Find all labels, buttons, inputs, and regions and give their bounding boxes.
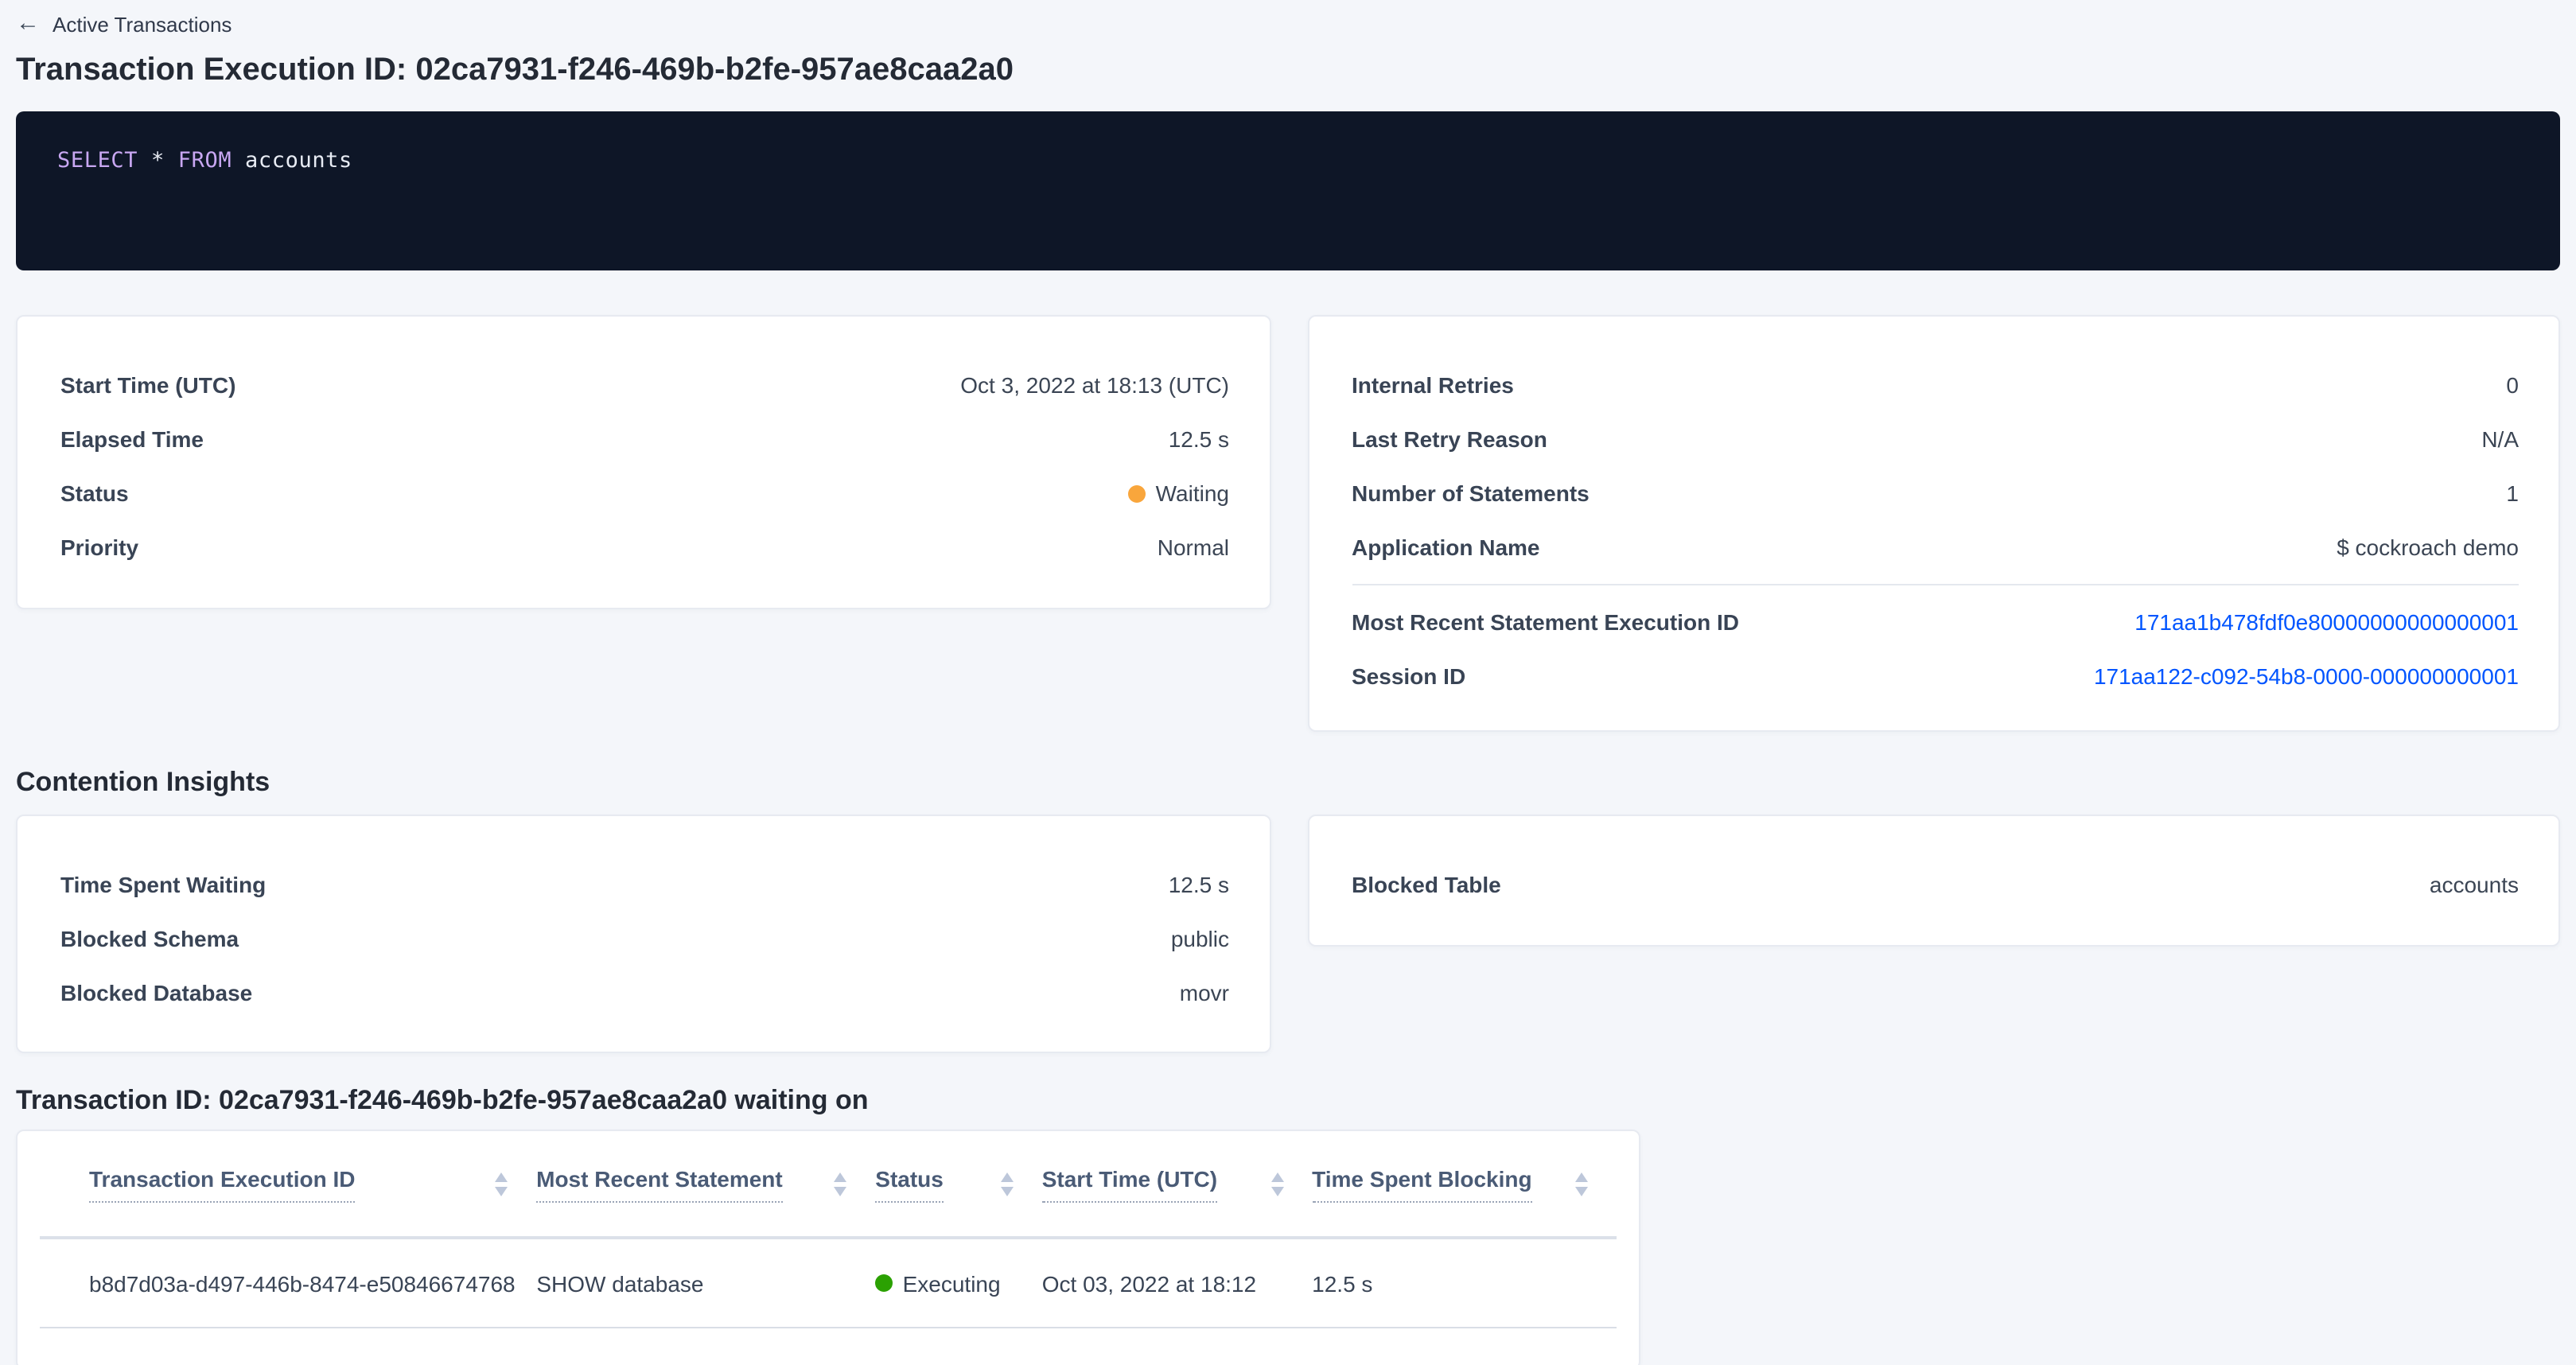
- back-link-active-transactions[interactable]: ← Active Transactions: [16, 10, 2560, 38]
- row-value: public: [1171, 926, 1229, 951]
- row-label: Elapsed Time: [60, 426, 204, 452]
- row-last-retry-reason: Last Retry Reason N/A: [1352, 412, 2519, 466]
- sort-icon[interactable]: [495, 1172, 508, 1196]
- row-label: Priority: [60, 535, 138, 560]
- sql-keyword-select: SELECT: [57, 148, 138, 173]
- back-link-label[interactable]: Active Transactions: [53, 12, 232, 36]
- cell-status: Executing: [876, 1270, 1042, 1296]
- row-value: 12.5 s: [1169, 426, 1229, 452]
- row-label: Status: [60, 480, 129, 506]
- row-most-recent-statement-execution-id: Most Recent Statement Execution ID 171aa…: [1352, 595, 2519, 649]
- status-value: Waiting: [1129, 480, 1229, 506]
- contention-insights-heading: Contention Insights: [16, 767, 2560, 799]
- sql-star: *: [138, 148, 178, 173]
- status-text: Waiting: [1156, 480, 1229, 506]
- column-header-start-time[interactable]: Start Time (UTC): [1042, 1165, 1312, 1202]
- row-label: Number of Statements: [1352, 480, 1590, 506]
- cell-most-recent-statement: SHOW database: [536, 1270, 875, 1296]
- sort-icon[interactable]: [1001, 1172, 1014, 1196]
- row-start-time: Start Time (UTC) Oct 3, 2022 at 18:13 (U…: [60, 358, 1229, 412]
- cell-transaction-execution-id: b8d7d03a-d497-446b-8474-e50846674768: [89, 1270, 536, 1296]
- row-application-name: Application Name $ cockroach demo: [1352, 520, 2519, 574]
- waiting-status-dot-icon: [1129, 484, 1146, 502]
- row-session-id: Session ID 171aa122-c092-54b8-0000-00000…: [1352, 649, 2519, 703]
- cell-time-spent-blocking: 12.5 s: [1312, 1270, 1617, 1296]
- row-label: Application Name: [1352, 535, 1540, 560]
- column-header-transaction-execution-id[interactable]: Transaction Execution ID: [89, 1165, 536, 1202]
- row-value: Oct 3, 2022 at 18:13 (UTC): [960, 372, 1229, 398]
- row-label: Internal Retries: [1352, 372, 1514, 398]
- sort-icon[interactable]: [1270, 1172, 1283, 1196]
- column-header-status[interactable]: Status: [875, 1165, 1041, 1202]
- row-internal-retries: Internal Retries 0: [1352, 358, 2519, 412]
- row-value: N/A: [2481, 426, 2519, 452]
- overview-card-left: Start Time (UTC) Oct 3, 2022 at 18:13 (U…: [16, 315, 1270, 609]
- sql-identifier: accounts: [232, 148, 352, 173]
- row-number-of-statements: Number of Statements 1: [1352, 466, 2519, 520]
- row-status: Status Waiting: [60, 466, 1229, 520]
- row-label: Blocked Database: [60, 980, 252, 1005]
- row-label: Session ID: [1352, 663, 1465, 689]
- page-title: Transaction Execution ID: 02ca7931-f246-…: [16, 51, 2560, 89]
- contention-card-left: Time Spent Waiting 12.5 s Blocked Schema…: [16, 815, 1270, 1053]
- session-id-link[interactable]: 171aa122-c092-54b8-0000-000000000001: [2094, 663, 2519, 689]
- status-text: Executing: [903, 1270, 1001, 1296]
- overview-card-right: Internal Retries 0 Last Retry Reason N/A…: [1307, 315, 2560, 732]
- overview-cards-row: Start Time (UTC) Oct 3, 2022 at 18:13 (U…: [16, 315, 2560, 732]
- row-elapsed-time: Elapsed Time 12.5 s: [60, 412, 1229, 466]
- row-label: Blocked Schema: [60, 926, 239, 951]
- row-value: $ cockroach demo: [2337, 535, 2519, 560]
- sort-icon[interactable]: [1575, 1172, 1588, 1196]
- row-label: Most Recent Statement Execution ID: [1352, 609, 1739, 635]
- sql-statement-box: SELECT * FROM accounts: [16, 111, 2560, 270]
- column-label[interactable]: Transaction Execution ID: [89, 1165, 356, 1202]
- statement-execution-id-link[interactable]: 171aa1b478fdf0e80000000000000001: [2134, 609, 2519, 635]
- row-value: movr: [1180, 980, 1229, 1005]
- row-blocked-table: Blocked Table accounts: [1352, 858, 2519, 912]
- transaction-details-page: ← Active Transactions Transaction Execut…: [0, 0, 2576, 1365]
- card-divider: [1352, 584, 2519, 585]
- row-time-spent-waiting: Time Spent Waiting 12.5 s: [60, 858, 1229, 912]
- column-label[interactable]: Time Spent Blocking: [1312, 1165, 1531, 1202]
- row-value: 0: [2506, 372, 2519, 398]
- column-header-time-spent-blocking[interactable]: Time Spent Blocking: [1312, 1165, 1617, 1202]
- waiting-on-table-header: Transaction Execution ID Most Recent Sta…: [40, 1131, 1617, 1239]
- column-label[interactable]: Most Recent Statement: [536, 1165, 783, 1202]
- row-label: Start Time (UTC): [60, 372, 235, 398]
- row-label: Time Spent Waiting: [60, 872, 266, 897]
- waiting-on-heading: Transaction ID: 02ca7931-f246-469b-b2fe-…: [16, 1085, 2560, 1117]
- row-value: accounts: [2430, 872, 2519, 897]
- sql-keyword-from: FROM: [178, 148, 232, 173]
- row-blocked-database: Blocked Database movr: [60, 966, 1229, 1020]
- column-label[interactable]: Start Time (UTC): [1042, 1165, 1217, 1202]
- row-value: Normal: [1158, 535, 1229, 560]
- row-blocked-schema: Blocked Schema public: [60, 912, 1229, 966]
- row-label: Last Retry Reason: [1352, 426, 1547, 452]
- sql-statement-text: SELECT * FROM accounts: [57, 148, 2560, 173]
- row-label: Blocked Table: [1352, 872, 1501, 897]
- waiting-on-table-card: Transaction Execution ID Most Recent Sta…: [16, 1130, 1640, 1365]
- table-row: b8d7d03a-d497-446b-8474-e50846674768 SHO…: [40, 1239, 1617, 1328]
- cell-start-time: Oct 03, 2022 at 18:12: [1042, 1270, 1312, 1296]
- row-priority: Priority Normal: [60, 520, 1229, 574]
- contention-cards-row: Time Spent Waiting 12.5 s Blocked Schema…: [16, 815, 2560, 1053]
- row-value: 12.5 s: [1169, 872, 1229, 897]
- column-header-most-recent-statement[interactable]: Most Recent Statement: [536, 1165, 875, 1202]
- arrow-left-icon: ←: [16, 10, 40, 38]
- row-value: 1: [2506, 480, 2519, 506]
- sort-icon[interactable]: [834, 1172, 846, 1196]
- executing-status-dot-icon: [876, 1274, 893, 1292]
- column-label[interactable]: Status: [875, 1165, 944, 1202]
- contention-card-right: Blocked Table accounts: [1307, 815, 2560, 947]
